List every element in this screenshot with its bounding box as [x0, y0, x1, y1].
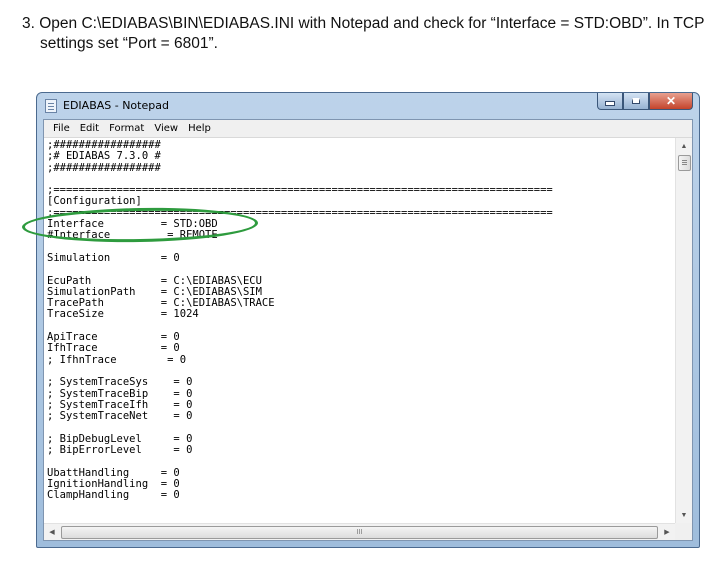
text-editor[interactable]: ;################# ;# EDIABAS 7.3.0 # ;#… — [44, 138, 675, 523]
horizontal-scroll-thumb[interactable]: III — [61, 526, 658, 539]
menu-edit[interactable]: Edit — [75, 123, 104, 134]
instruction-line-1: 3. Open C:\EDIABAS\BIN\EDIABAS.INI with … — [22, 15, 705, 32]
minimize-icon — [605, 101, 615, 106]
horizontal-scrollbar[interactable]: ◀ III ▶ — [44, 523, 675, 540]
instruction-text: 3. Open C:\EDIABAS\BIN\EDIABAS.INI with … — [22, 14, 712, 54]
close-icon: ✕ — [665, 94, 677, 108]
scroll-right-icon[interactable]: ▶ — [659, 524, 675, 540]
maximize-icon — [632, 98, 640, 104]
menu-bar: File Edit Format View Help — [44, 120, 692, 138]
notepad-client-area: File Edit Format View Help ;############… — [43, 119, 693, 541]
scroll-down-icon[interactable]: ▼ — [676, 507, 692, 523]
scroll-left-icon[interactable]: ◀ — [44, 524, 60, 540]
maximize-button[interactable] — [623, 93, 649, 110]
menu-view[interactable]: View — [149, 123, 183, 134]
instruction-line-2: settings set “Port = 6801”. — [40, 35, 218, 52]
close-button[interactable]: ✕ — [649, 93, 693, 110]
editor-content[interactable]: ;################# ;# EDIABAS 7.3.0 # ;#… — [47, 139, 553, 502]
vertical-scroll-thumb[interactable] — [678, 155, 691, 171]
minimize-button[interactable] — [597, 93, 623, 110]
vertical-scrollbar[interactable]: ▲ ▼ — [675, 138, 692, 523]
menu-file[interactable]: File — [48, 123, 75, 134]
scroll-up-icon[interactable]: ▲ — [676, 138, 692, 154]
size-grip[interactable] — [675, 523, 692, 540]
menu-format[interactable]: Format — [104, 123, 149, 134]
window-controls: ✕ — [597, 93, 693, 111]
notepad-icon[interactable] — [45, 99, 57, 113]
menu-help[interactable]: Help — [183, 123, 216, 134]
notepad-window: EDIABAS - Notepad ✕ File Edit Format Vie… — [36, 92, 700, 548]
window-title: EDIABAS - Notepad — [63, 99, 169, 112]
title-bar[interactable]: EDIABAS - Notepad ✕ — [37, 93, 699, 119]
grip-icon: III — [356, 529, 363, 536]
